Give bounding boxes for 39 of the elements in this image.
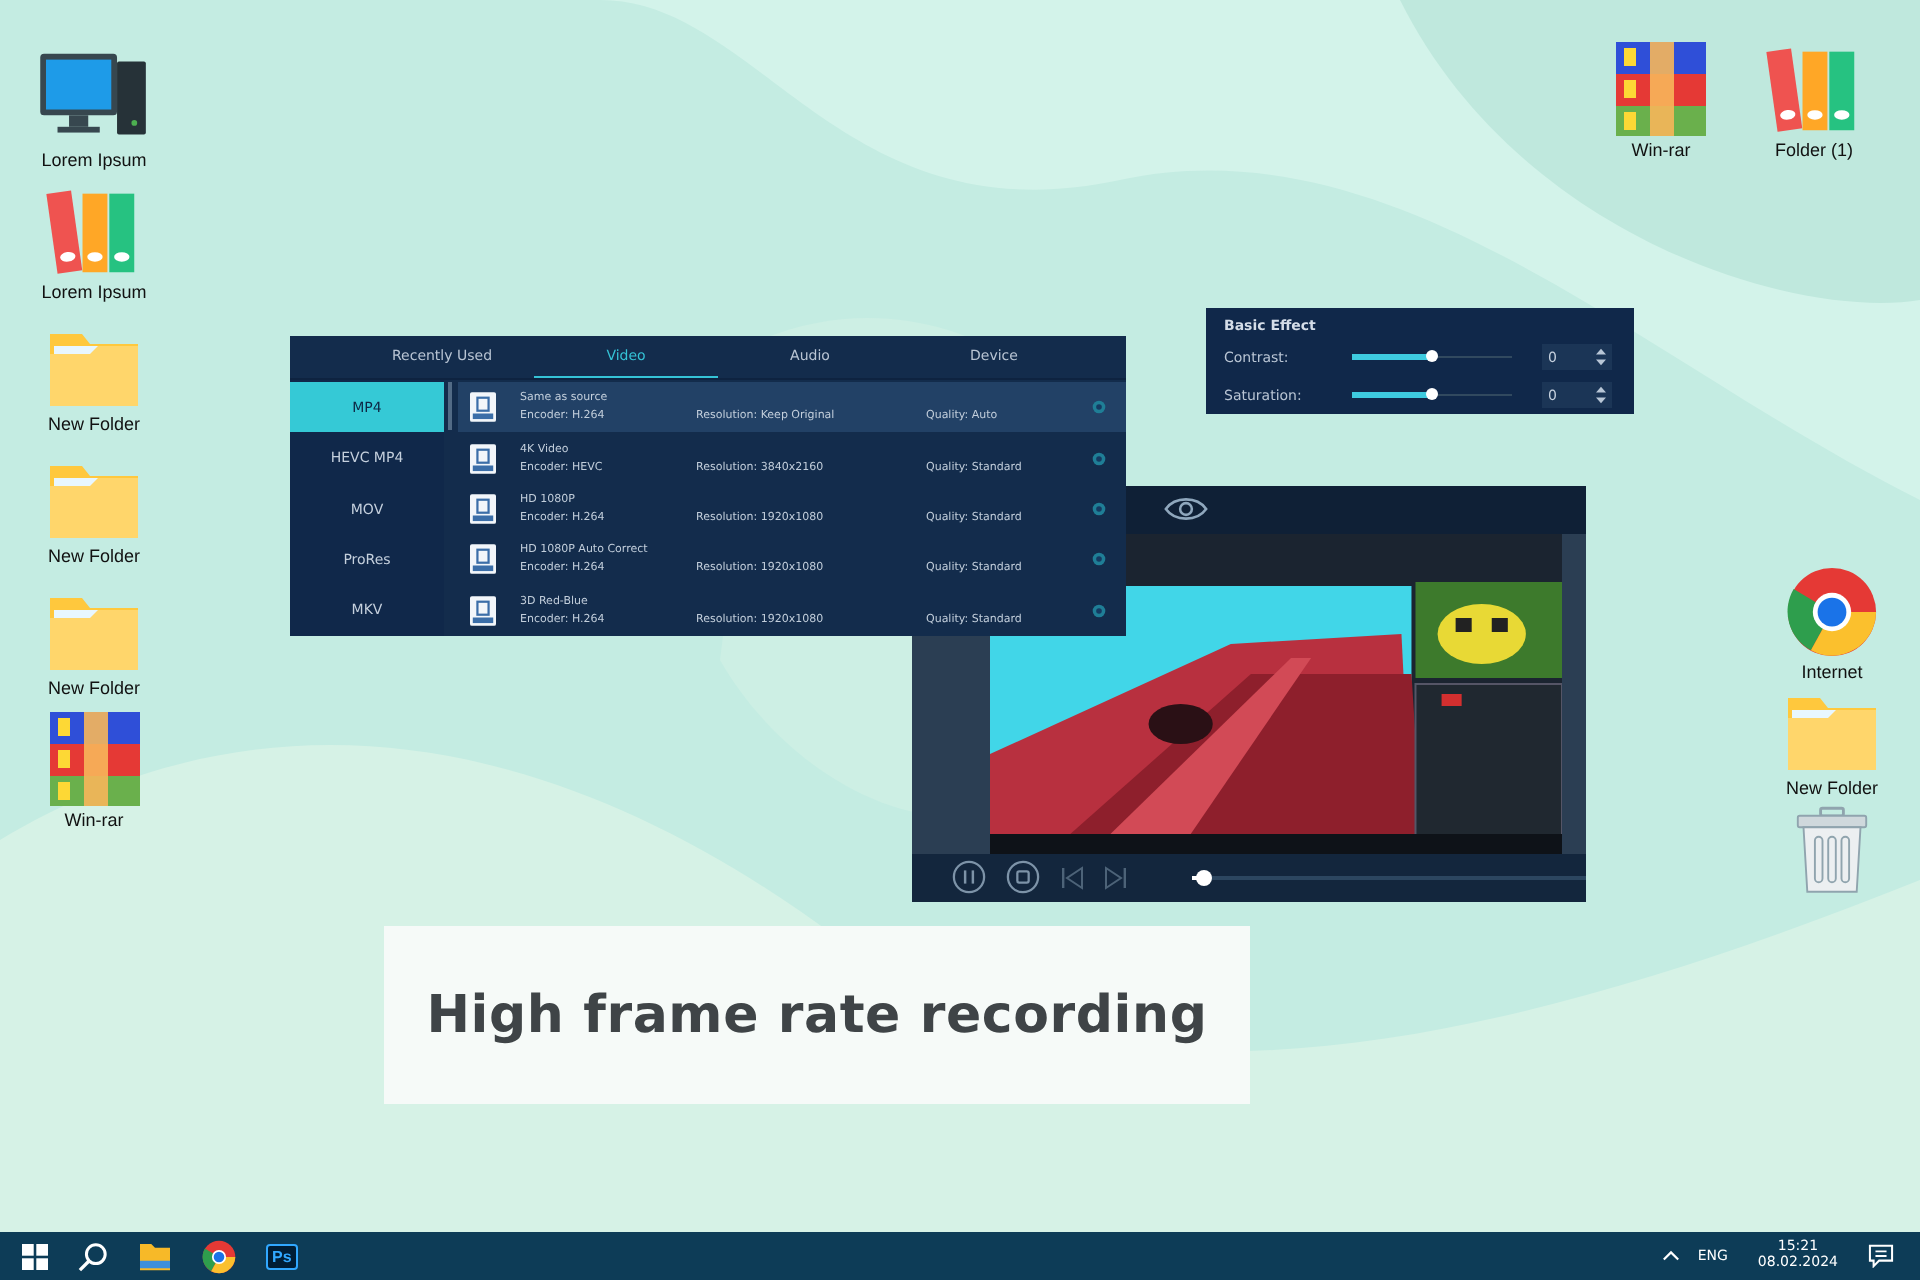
slider-thumb[interactable] <box>1426 388 1438 400</box>
icon-label[interactable]: Lorem Ipsum <box>41 150 147 170</box>
caption-text: High frame rate recording <box>426 985 1208 1045</box>
video-file-icon <box>470 392 496 423</box>
icon-label[interactable]: Internet <box>1801 662 1863 682</box>
archive-icon <box>1616 42 1706 136</box>
next-icon[interactable] <box>1104 865 1128 890</box>
windows-logo-icon[interactable] <box>22 1243 48 1269</box>
notification-icon[interactable] <box>1868 1244 1894 1268</box>
pause-icon[interactable] <box>952 860 986 895</box>
eye-icon[interactable] <box>1164 496 1208 523</box>
archive-icon <box>49 712 139 806</box>
icon-label[interactable]: New Folder <box>47 546 140 566</box>
slider-thumb[interactable] <box>1426 350 1438 362</box>
icon-label[interactable]: Lorem Ipsum <box>41 282 147 302</box>
icon-label[interactable]: New Folder <box>47 414 140 434</box>
video-file-icon <box>470 443 496 474</box>
trash-icon <box>1794 806 1870 894</box>
slider-thumb[interactable] <box>1195 869 1212 886</box>
folder-icon[interactable] <box>138 1241 172 1271</box>
previous-icon[interactable] <box>1060 865 1084 890</box>
icon-label[interactable]: New Folder <box>47 678 140 698</box>
video-file-icon <box>470 494 496 525</box>
stop-icon[interactable] <box>1006 860 1040 895</box>
video-file-icon <box>470 595 496 626</box>
icon-label[interactable]: Win-rar <box>1631 140 1691 160</box>
scrollbar[interactable] <box>448 382 452 430</box>
browser-icon[interactable] <box>202 1239 236 1273</box>
chevron-up-icon[interactable] <box>1661 1250 1680 1262</box>
photoshop-app-icon[interactable]: Ps <box>266 1243 298 1269</box>
spinner-arrows-icon[interactable] <box>1596 348 1606 366</box>
video-file-icon <box>470 544 496 575</box>
icon-label[interactable]: Folder (1) <box>1774 140 1853 160</box>
progress-slider[interactable] <box>1192 875 1586 880</box>
browser-icon <box>1786 566 1878 658</box>
spinner-arrows-icon[interactable] <box>1596 386 1606 404</box>
icon-label[interactable]: Win-rar <box>64 810 124 830</box>
search-icon[interactable] <box>78 1241 108 1271</box>
icon-label[interactable]: New Folder <box>1785 778 1878 798</box>
